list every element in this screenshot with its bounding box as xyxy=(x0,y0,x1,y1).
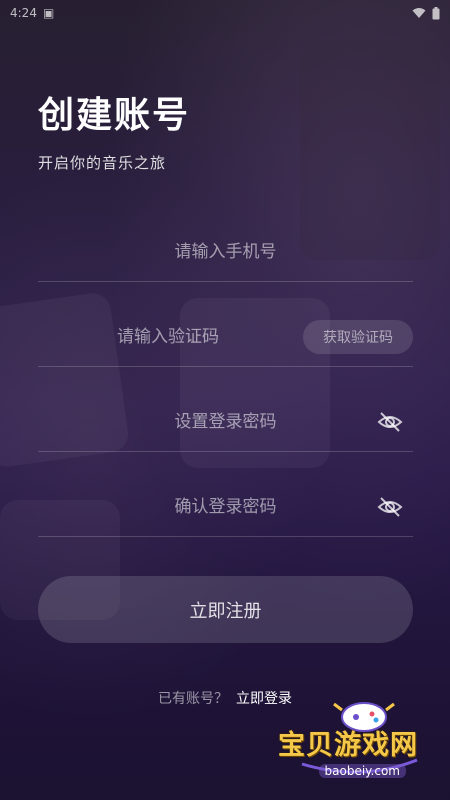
eye-off-icon[interactable] xyxy=(377,495,403,519)
watermark-url: baobeiy.com xyxy=(318,764,406,778)
status-bar: 4:24 ▣ xyxy=(0,0,450,26)
page-subtitle: 开启你的音乐之旅 xyxy=(38,154,167,172)
login-question: 已有账号？ xyxy=(158,691,228,707)
status-time: 4:24 xyxy=(10,6,37,20)
wifi-icon xyxy=(412,8,426,18)
phone-input[interactable] xyxy=(38,241,413,262)
phone-field xyxy=(38,222,413,282)
code-input[interactable] xyxy=(38,326,298,347)
register-button[interactable]: 立即注册 xyxy=(38,576,413,643)
eye-off-icon[interactable] xyxy=(377,410,403,434)
get-code-button[interactable]: 获取验证码 xyxy=(303,320,413,354)
password-input[interactable] xyxy=(65,411,386,432)
page-title: 创建账号 xyxy=(38,95,191,136)
password-field xyxy=(38,392,413,452)
confirm-password-input[interactable] xyxy=(65,496,386,517)
code-field: 获取验证码 xyxy=(38,307,413,367)
confirm-password-field xyxy=(38,477,413,537)
watermark-name: 宝贝游戏网 xyxy=(278,730,418,761)
battery-icon xyxy=(432,6,440,19)
notification-icon: ▣ xyxy=(42,6,55,20)
